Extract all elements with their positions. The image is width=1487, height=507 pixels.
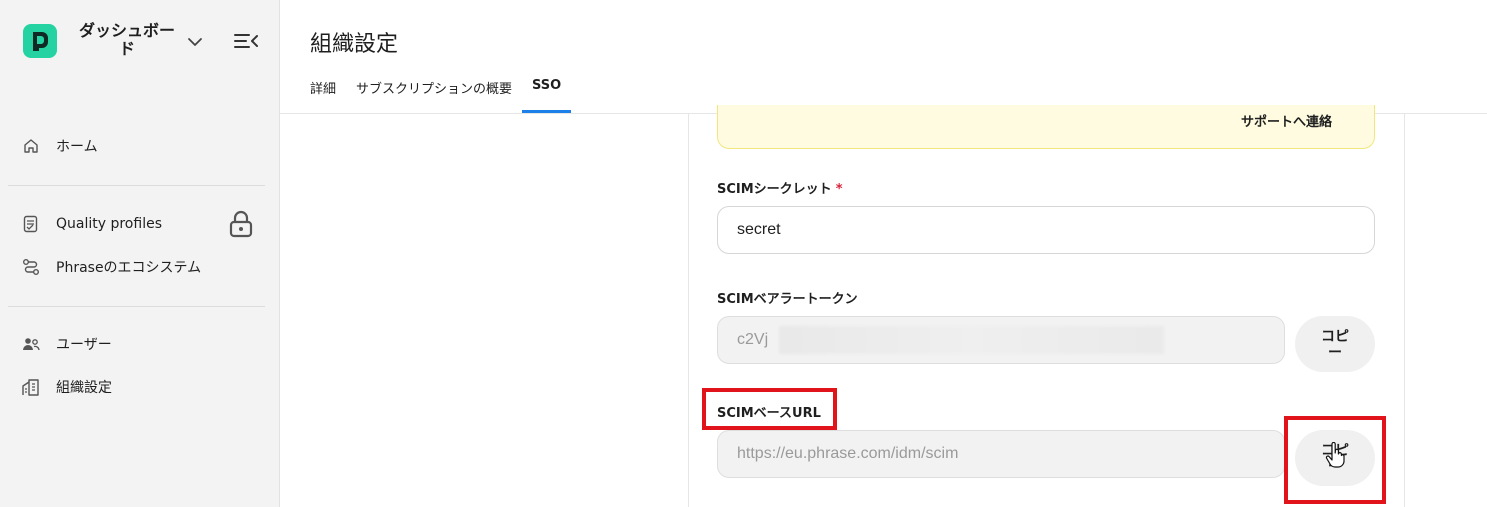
collapse-sidebar-icon[interactable] bbox=[233, 31, 259, 51]
sidebar-item-label: Quality profiles bbox=[56, 216, 162, 232]
sidebar-item-users[interactable]: ユーザー bbox=[8, 326, 266, 362]
copy-bearer-token-button[interactable]: コピー bbox=[1295, 316, 1375, 372]
scim-secret-value: secret bbox=[737, 221, 781, 238]
scim-base-url-field: https://eu.phrase.com/idm/scim bbox=[717, 430, 1285, 478]
notice-banner: サポートへ連絡 bbox=[717, 105, 1375, 149]
scim-secret-input[interactable]: secret bbox=[717, 206, 1375, 254]
tab-sso[interactable]: SSO bbox=[522, 72, 572, 114]
scim-secret-label-text: SCIMシークレット bbox=[717, 182, 832, 197]
required-marker: * bbox=[835, 182, 843, 197]
page-title: 組織設定 bbox=[310, 32, 399, 57]
sidebar-divider bbox=[8, 185, 265, 186]
redacted-token-mask bbox=[779, 326, 1164, 354]
scim-bearer-token-value: c2Vj bbox=[737, 331, 769, 348]
sidebar-item-label: ユーザー bbox=[56, 337, 112, 353]
scim-base-url-value: https://eu.phrase.com/idm/scim bbox=[737, 445, 959, 462]
sidebar: ダッシュボード ホーム Quality profiles Phraseのエコシス… bbox=[0, 0, 280, 507]
contact-support-link[interactable]: サポートへ連絡 bbox=[1241, 111, 1332, 130]
tab-bar: 詳細 サブスクリプションの概要 SSO bbox=[310, 72, 572, 114]
sidebar-item-home[interactable]: ホーム bbox=[8, 128, 266, 164]
home-icon bbox=[22, 137, 40, 155]
sidebar-item-label: 組織設定 bbox=[56, 380, 112, 396]
users-icon bbox=[22, 335, 40, 353]
checklist-icon bbox=[22, 215, 40, 233]
chevron-down-icon[interactable] bbox=[186, 33, 204, 51]
sidebar-item-label: ホーム bbox=[56, 139, 98, 155]
tab-details[interactable]: 詳細 bbox=[300, 72, 346, 114]
building-icon bbox=[22, 378, 40, 396]
highlight-box-label bbox=[702, 388, 837, 430]
sidebar-item-quality-profiles[interactable]: Quality profiles bbox=[8, 206, 266, 242]
sidebar-item-label: Phraseのエコシステム bbox=[56, 260, 202, 276]
sidebar-divider bbox=[8, 306, 265, 307]
app-switcher-title[interactable]: ダッシュボード bbox=[72, 22, 182, 58]
scim-secret-label: SCIMシークレット * bbox=[717, 178, 843, 197]
sidebar-item-ecosystem[interactable]: Phraseのエコシステム bbox=[8, 249, 266, 285]
lock-icon bbox=[229, 210, 253, 238]
tab-subscription-overview[interactable]: サブスクリプションの概要 bbox=[346, 72, 522, 114]
sidebar-item-org-settings[interactable]: 組織設定 bbox=[8, 369, 266, 405]
scim-bearer-token-label: SCIMベアラートークン bbox=[717, 292, 858, 307]
copy-button-label: コピー bbox=[1321, 328, 1349, 360]
phrase-logo-icon[interactable] bbox=[23, 24, 57, 58]
hand-cursor-icon bbox=[1325, 442, 1345, 468]
route-icon bbox=[22, 258, 40, 276]
